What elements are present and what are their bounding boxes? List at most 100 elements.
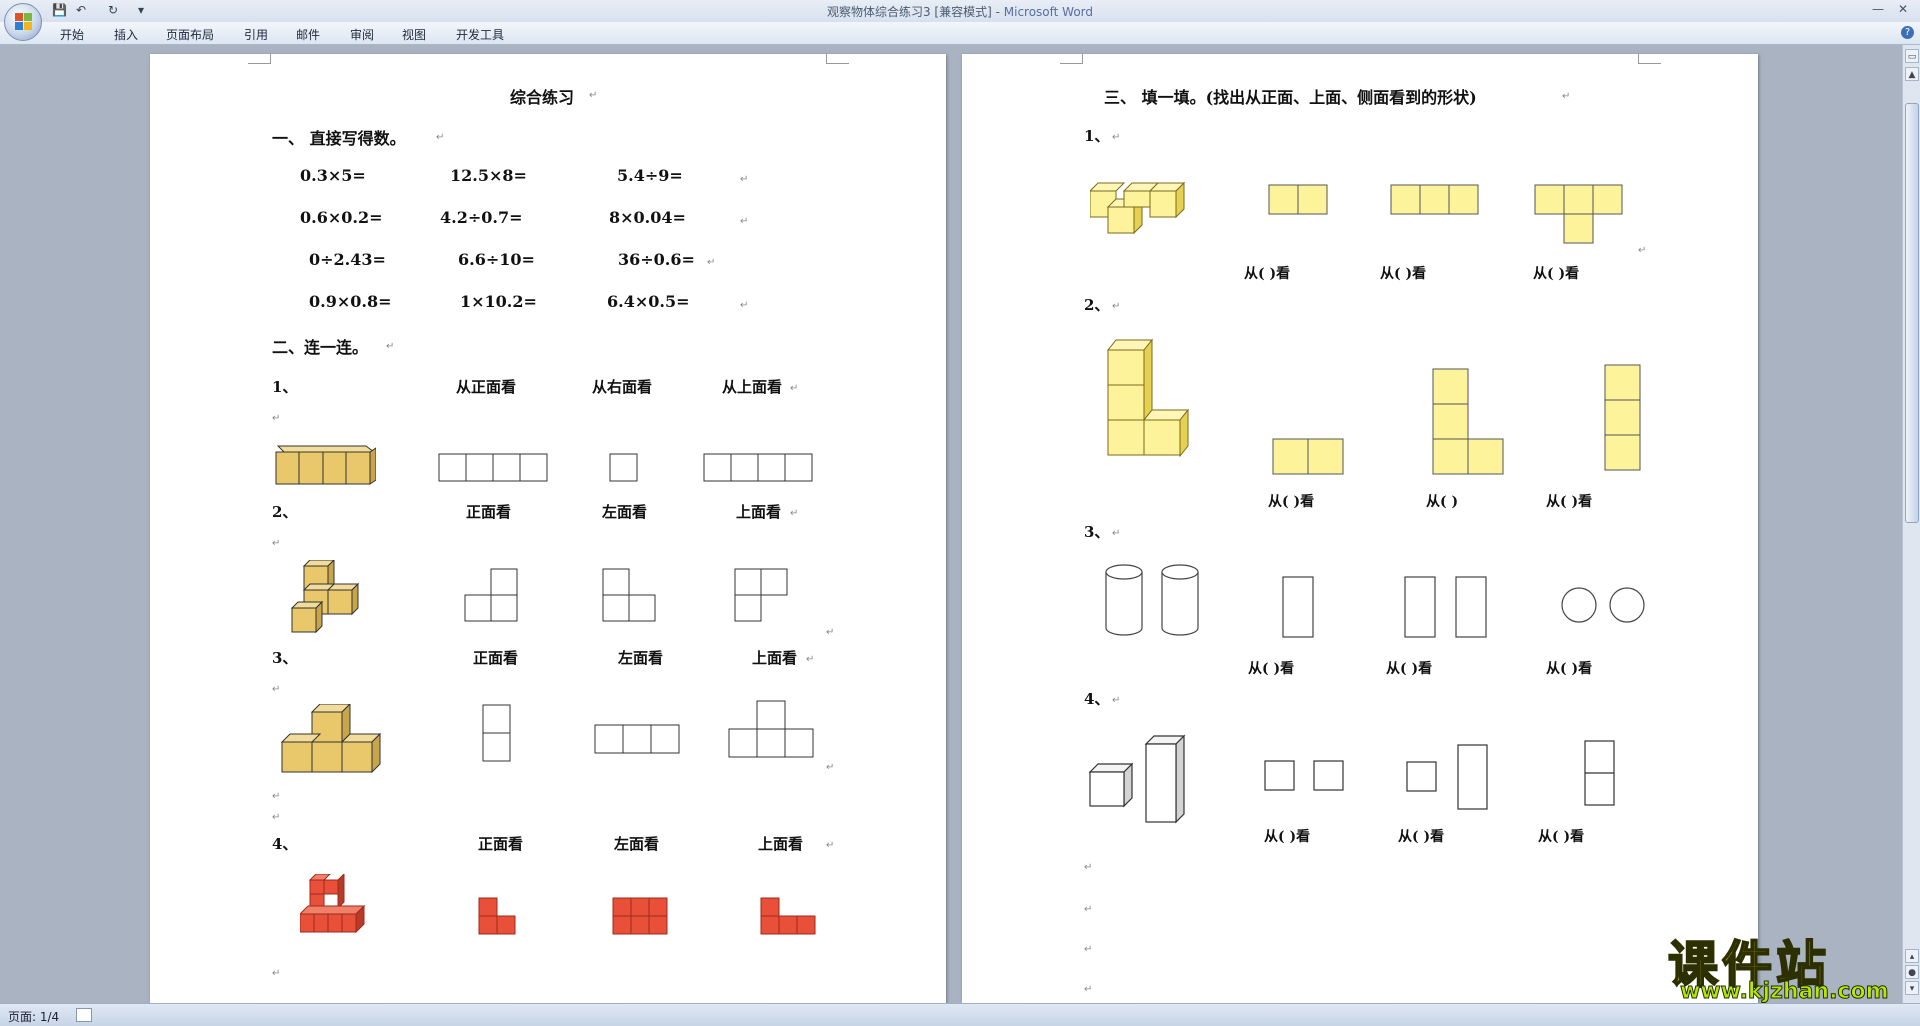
view-figure [464, 568, 518, 622]
cube-row-figure [275, 445, 376, 485]
answer-blank[interactable]: 从( )看 [1264, 826, 1310, 846]
section-2-heading: 二、连一连。 [272, 338, 369, 357]
red-cube-figure [300, 874, 366, 934]
minimize-icon[interactable]: — [1872, 2, 1884, 16]
next-page-icon[interactable]: ▾ [1905, 981, 1919, 995]
cylinders-figure [1105, 564, 1199, 636]
view-figure [1534, 184, 1623, 244]
view-figure [1604, 364, 1641, 471]
tab-mailings[interactable]: 邮件 [296, 26, 320, 43]
crop-mark [248, 54, 271, 64]
previous-page-icon[interactable]: ▴ [1905, 949, 1919, 963]
boxes-figure [1088, 734, 1186, 824]
watermark-logo: 课件站 www.kjzhan.com [1667, 925, 1900, 1005]
answer-blank[interactable]: 从( )看 [1268, 491, 1314, 511]
vertical-scrollbar[interactable]: ▭ ▲ ▴ ● ▾ [1902, 45, 1920, 1003]
red-view-figure [760, 897, 816, 935]
calc-item: 36÷0.6= [618, 250, 695, 269]
calc-item: 0÷2.43= [309, 250, 386, 269]
crop-mark [826, 54, 849, 64]
calc-item: 0.3×5= [300, 166, 366, 185]
red-view-figure [612, 897, 668, 935]
tab-home[interactable]: 开始 [60, 26, 84, 43]
tab-references[interactable]: 引用 [244, 26, 268, 43]
calc-item: 4.2÷0.7= [440, 208, 523, 227]
red-view-figure [478, 897, 516, 935]
answer-blank[interactable]: 从( ) [1426, 491, 1458, 511]
question-number: 4、 [1084, 690, 1110, 708]
view-figure [1390, 184, 1479, 215]
calc-item: 0.9×0.8= [309, 292, 392, 311]
view-label: 从正面看 [456, 378, 517, 396]
view-figure [1272, 438, 1344, 475]
view-figure [1561, 587, 1645, 623]
calc-item: 0.6×0.2= [300, 208, 383, 227]
view-label: 正面看 [466, 503, 512, 521]
view-figure [1282, 576, 1314, 638]
view-figure [734, 568, 788, 622]
view-label: 从右面看 [592, 378, 653, 396]
calc-item: 6.6÷10= [458, 250, 535, 269]
view-label: 左面看 [618, 649, 664, 667]
calc-item: 1×10.2= [460, 292, 537, 311]
proofing-icon[interactable] [76, 1008, 92, 1022]
tab-page-layout[interactable]: 页面布局 [166, 26, 214, 43]
section-3-heading: 三、 填一填。(找出从正面、上面、侧面看到的形状) [1104, 88, 1477, 107]
page-title: 综合练习 [510, 88, 575, 107]
scroll-up-icon[interactable]: ▲ [1905, 67, 1919, 81]
tab-insert[interactable]: 插入 [114, 26, 138, 43]
calc-item: 12.5×8= [450, 166, 527, 185]
title-bar: 💾 ↶ ↻ ▾ 观察物体综合练习3 [兼容模式] - Microsoft Wor… [0, 0, 1920, 23]
page-count[interactable]: 页面: 1/4 [8, 1008, 59, 1025]
view-figure [1406, 744, 1488, 810]
answer-blank[interactable]: 从( )看 [1386, 658, 1432, 678]
view-figure [594, 724, 680, 754]
section-1-heading: 一、 直接写得数。 [272, 129, 406, 148]
answer-blank[interactable]: 从( )看 [1244, 263, 1290, 283]
cube-stack-figure [290, 560, 360, 634]
view-label: 上面看 [752, 649, 798, 667]
answer-blank[interactable]: 从( )看 [1533, 263, 1579, 283]
answer-blank[interactable]: 从( )看 [1546, 491, 1592, 511]
answer-blank[interactable]: 从( )看 [1398, 826, 1444, 846]
calc-item: 5.4÷9= [617, 166, 683, 185]
yellow-cube-figure [1106, 338, 1190, 458]
answer-blank[interactable]: 从( )看 [1546, 658, 1592, 678]
view-figure [1432, 368, 1504, 475]
crop-mark [1060, 54, 1083, 64]
tab-developer[interactable]: 开发工具 [456, 26, 504, 43]
view-4-squares-figure [438, 453, 548, 482]
answer-blank[interactable]: 从( )看 [1538, 826, 1584, 846]
document-page-2[interactable]: 三、 填一填。(找出从正面、上面、侧面看到的形状) ↵ 1、 ↵ ↵ 从( )看… [962, 54, 1758, 1004]
scroll-thumb[interactable] [1905, 103, 1919, 523]
close-icon[interactable]: ✕ [1898, 2, 1908, 16]
yellow-cube-figure [1090, 181, 1186, 235]
tab-review[interactable]: 审阅 [350, 26, 374, 43]
watermark-url: www.kjzhan.com [1680, 979, 1890, 1005]
view-label: 正面看 [478, 835, 524, 853]
question-number: 3、 [1084, 523, 1110, 541]
tab-view[interactable]: 视图 [402, 26, 426, 43]
question-number: 3、 [272, 649, 298, 667]
select-browse-object-icon[interactable]: ● [1905, 965, 1919, 979]
ribbon-tabs: 开始 插入 页面布局 引用 邮件 审阅 视图 开发工具 ? [0, 22, 1920, 45]
document-page-1[interactable]: 综合练习 ↵ 一、 直接写得数。 ↵ 0.3×5= 12.5×8= 5.4÷9=… [150, 54, 946, 1004]
office-button[interactable] [4, 3, 42, 41]
question-number: 2、 [1084, 296, 1110, 314]
answer-blank[interactable]: 从( )看 [1248, 658, 1294, 678]
status-bar: 页面: 1/4 [0, 1003, 1920, 1026]
question-number: 4、 [272, 835, 298, 853]
crop-mark [1638, 54, 1661, 64]
question-number: 1、 [1084, 127, 1110, 145]
view-label: 上面看 [758, 835, 804, 853]
view-figure [1584, 740, 1615, 806]
office-logo-icon [15, 13, 33, 31]
view-label: 上面看 [736, 503, 782, 521]
window-title: 观察物体综合练习3 [兼容模式] - Microsoft Word [826, 5, 1094, 19]
view-label: 从上面看 [722, 378, 783, 396]
ruler-toggle-icon[interactable]: ▭ [1905, 49, 1919, 63]
calc-item: 6.4×0.5= [607, 292, 690, 311]
answer-blank[interactable]: 从( )看 [1380, 263, 1426, 283]
view-label: 正面看 [473, 649, 519, 667]
help-icon[interactable]: ? [1901, 26, 1914, 39]
